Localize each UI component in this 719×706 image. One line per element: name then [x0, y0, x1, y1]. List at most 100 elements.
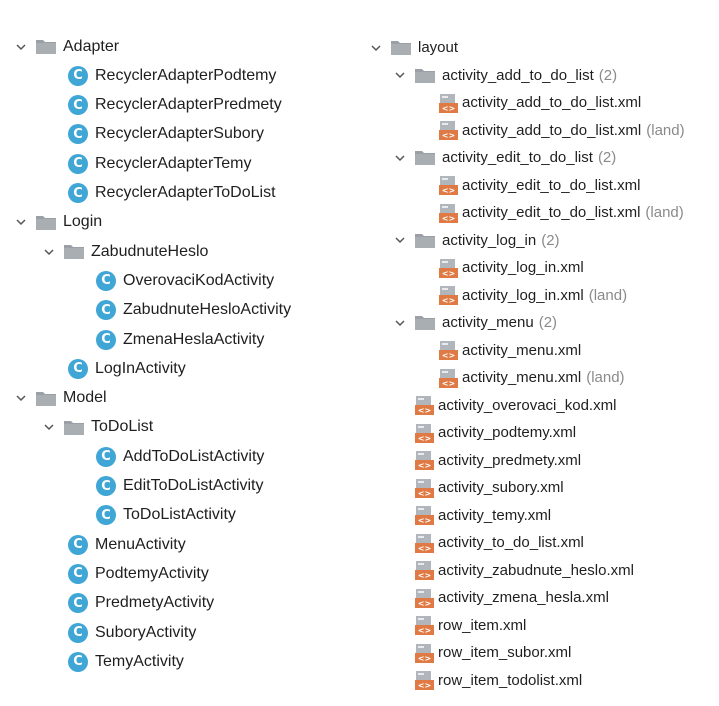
- tree-class-row[interactable]: C ZmenaHeslaActivity: [96, 325, 264, 354]
- tree-item-label: RecyclerAdapterTemy: [95, 154, 252, 172]
- tree-item-label: activity_log_in: [442, 231, 537, 249]
- tree-xml-row[interactable]: <> activity_to_do_list.xml: [415, 528, 584, 557]
- tree-xml-row[interactable]: <> activity_zabudnute_heslo.xml: [415, 556, 634, 585]
- tree-xml-row[interactable]: <> activity_subory.xml: [415, 473, 564, 502]
- tree-class-row[interactable]: C MenuActivity: [68, 530, 186, 559]
- tree-class-row[interactable]: C EditToDoListActivity: [96, 472, 264, 501]
- tree-class-row[interactable]: C SuboryActivity: [68, 618, 196, 647]
- class-icon: C: [96, 505, 116, 526]
- tree-item-label: ZmenaHeslaActivity: [123, 330, 265, 348]
- tree-class-row[interactable]: C TemyActivity: [68, 647, 184, 676]
- tree-item-label: LogInActivity: [95, 359, 186, 377]
- tree-folder-row[interactable]: activity_edit_to_do_list (2): [393, 143, 616, 172]
- svg-text:<>: <>: [418, 461, 431, 470]
- tree-xml-row[interactable]: <> activity_podtemy.xml: [415, 418, 576, 447]
- tree-item-label: activity_add_to_do_list.xml: [462, 94, 642, 111]
- tree-xml-row[interactable]: <> activity_overovaci_kod.xml: [415, 391, 616, 420]
- tree-class-row[interactable]: C RecyclerAdapterTemy: [68, 149, 252, 178]
- tree-xml-row[interactable]: <> activity_log_in.xml (land): [439, 281, 627, 310]
- tree-xml-row[interactable]: <> activity_temy.xml: [415, 501, 551, 530]
- chevron-down-icon[interactable]: [393, 316, 407, 330]
- svg-text:<>: <>: [442, 186, 455, 195]
- tree-item-label: RecyclerAdapterSubory: [95, 125, 264, 143]
- class-icon: C: [68, 593, 88, 614]
- tree-folder-row[interactable]: ToDoList: [42, 413, 153, 442]
- xml-layout-icon: <>: [439, 368, 462, 388]
- chevron-down-icon[interactable]: [14, 391, 28, 405]
- svg-text:<>: <>: [418, 571, 431, 580]
- chevron-down-icon[interactable]: [393, 151, 407, 165]
- file-count: (2): [541, 231, 560, 249]
- tree-xml-row[interactable]: <> activity_menu.xml: [439, 336, 581, 365]
- xml-layout-icon: <>: [415, 450, 438, 470]
- file-count: (2): [597, 149, 617, 166]
- tree-xml-row[interactable]: <> activity_menu.xml (land): [439, 363, 625, 392]
- tree-item-label: PredmetyActivity: [95, 594, 215, 612]
- tree-class-row[interactable]: C ZabudnuteHesloActivity: [96, 296, 291, 325]
- tree-class-row[interactable]: C OverovaciKodActivity: [96, 266, 274, 295]
- tree-item-label: activity_add_to_do_list.xml: [462, 121, 642, 139]
- tree-class-row[interactable]: C PodtemyActivity: [68, 559, 209, 588]
- class-icon: C: [68, 183, 88, 203]
- chevron-down-icon[interactable]: [393, 68, 407, 82]
- folder-icon: [36, 39, 63, 54]
- folder-icon: [415, 233, 442, 248]
- xml-layout-icon: <>: [439, 203, 462, 223]
- tree-class-row[interactable]: C RecyclerAdapterPodtemy: [68, 61, 276, 90]
- tree-item-label: activity_temy.xml: [438, 506, 552, 524]
- tree-item-label: Login: [63, 213, 103, 231]
- tree-folder-row[interactable]: Adapter: [14, 32, 119, 61]
- tree-folder-row[interactable]: Login: [14, 208, 102, 237]
- folder-icon: [391, 40, 418, 55]
- tree-class-row[interactable]: C RecyclerAdapterPredmety: [68, 91, 282, 120]
- tree-item-label: RecyclerAdapterPodtemy: [95, 66, 277, 84]
- class-icon: C: [68, 651, 88, 672]
- tree-class-row[interactable]: C RecyclerAdapterToDoList: [68, 179, 276, 208]
- svg-text:<>: <>: [442, 214, 455, 223]
- chevron-down-icon[interactable]: [14, 40, 28, 54]
- tree-item-label: activity_overovaci_kod.xml: [438, 396, 617, 414]
- resource-qualifier: (land): [646, 121, 685, 139]
- tree-xml-row[interactable]: <> activity_add_to_do_list.xml (land): [439, 116, 685, 145]
- tree-xml-row[interactable]: <> activity_zmena_hesla.xml: [415, 583, 609, 612]
- tree-folder-row[interactable]: Model: [14, 384, 107, 413]
- class-icon: C: [68, 622, 88, 643]
- tree-folder-row[interactable]: activity_add_to_do_list (2): [393, 61, 617, 90]
- tree-item-label: EditToDoListActivity: [123, 477, 264, 494]
- tree-folder-row[interactable]: activity_menu (2): [393, 308, 557, 337]
- tree-xml-row[interactable]: <> activity_add_to_do_list.xml: [439, 88, 641, 117]
- svg-text:<>: <>: [418, 406, 431, 415]
- chevron-down-icon[interactable]: [42, 420, 56, 434]
- xml-layout-icon: <>: [439, 285, 462, 305]
- tree-item-label: activity_to_do_list.xml: [438, 534, 584, 551]
- tree-xml-row[interactable]: <> activity_edit_to_do_list.xml (land): [439, 198, 684, 227]
- tree-item-label: Model: [63, 389, 107, 407]
- tree-xml-row[interactable]: <> row_item.xml: [415, 611, 526, 640]
- tree-xml-row[interactable]: <> row_item_subor.xml: [415, 638, 571, 667]
- tree-xml-row[interactable]: <> activity_log_in.xml: [439, 253, 584, 282]
- tree-folder-row[interactable]: layout: [369, 33, 458, 62]
- chevron-down-icon[interactable]: [42, 245, 56, 259]
- xml-layout-icon: <>: [415, 643, 438, 663]
- tree-folder-row[interactable]: activity_log_in (2): [393, 226, 560, 255]
- chevron-down-icon[interactable]: [369, 41, 383, 55]
- tree-item-label: OverovaciKodActivity: [123, 271, 275, 289]
- chevron-down-icon[interactable]: [14, 215, 28, 229]
- xml-layout-icon: <>: [439, 258, 462, 278]
- tree-xml-row[interactable]: <> row_item_todolist.xml: [415, 666, 582, 695]
- tree-folder-row[interactable]: ZabudnuteHeslo: [42, 237, 208, 266]
- tree-class-row[interactable]: C AddToDoListActivity: [96, 442, 264, 471]
- tree-class-row[interactable]: C ToDoListActivity: [96, 501, 236, 530]
- svg-text:<>: <>: [442, 104, 455, 113]
- class-icon: C: [68, 124, 88, 145]
- tree-xml-row[interactable]: <> activity_edit_to_do_list.xml: [439, 171, 640, 200]
- tree-item-label: activity_menu.xml: [462, 369, 582, 386]
- folder-icon: [64, 420, 91, 435]
- tree-class-row[interactable]: C RecyclerAdapterSubory: [68, 120, 264, 149]
- tree-item-label: activity_add_to_do_list: [442, 66, 594, 84]
- tree-class-row[interactable]: C PredmetyActivity: [68, 589, 214, 618]
- chevron-down-icon[interactable]: [393, 233, 407, 247]
- tree-xml-row[interactable]: <> activity_predmety.xml: [415, 446, 581, 475]
- tree-item-label: activity_log_in.xml: [462, 286, 584, 304]
- tree-class-row[interactable]: C LogInActivity: [68, 354, 186, 383]
